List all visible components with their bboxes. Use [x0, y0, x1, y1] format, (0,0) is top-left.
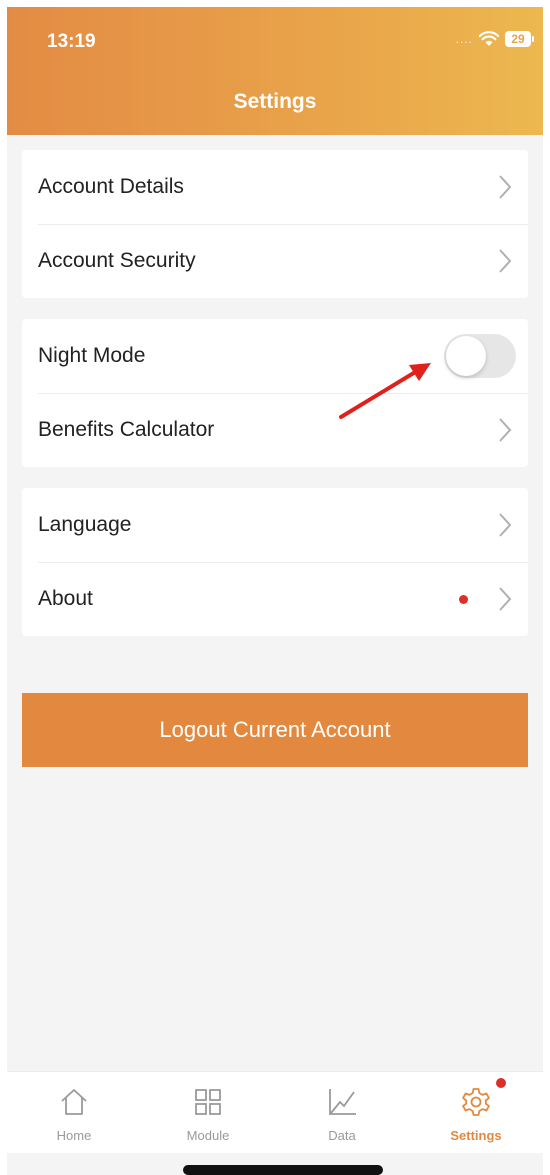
chevron-right-icon: [499, 513, 512, 537]
wifi-icon: [479, 31, 499, 46]
chevron-right-icon: [499, 587, 512, 611]
tab-module[interactable]: Module: [141, 1072, 275, 1153]
benefits-calculator-row[interactable]: Benefits Calculator: [22, 393, 528, 467]
chevron-right-icon: [499, 249, 512, 273]
tab-icon-wrap: [460, 1078, 506, 1118]
settings-screen: 13:19 .... 29 Settings Account Details A…: [7, 7, 543, 1175]
annotation-arrow-icon: [339, 363, 431, 419]
notification-dot: [459, 594, 468, 604]
row-label: Language: [38, 513, 132, 536]
tab-bar: Home Module Data Settings: [7, 1071, 543, 1153]
about-row[interactable]: About: [22, 562, 528, 636]
tab-data[interactable]: Data: [275, 1072, 409, 1153]
account-security-row[interactable]: Account Security: [22, 224, 528, 298]
settings-group-account: Account Details Account Security: [22, 150, 528, 298]
language-row[interactable]: Language: [22, 488, 528, 562]
tab-label: Module: [186, 1128, 230, 1143]
status-indicators: .... 29: [455, 31, 534, 47]
logout-button[interactable]: Logout Current Account: [22, 693, 528, 767]
home-indicator: [183, 1165, 383, 1175]
notification-dot: [496, 1078, 506, 1088]
settings-group-tools: Night Mode Benefits Calculator: [22, 319, 528, 467]
tab-label: Settings: [450, 1128, 502, 1143]
tab-label: Data: [328, 1128, 356, 1143]
tab-label: Home: [56, 1128, 92, 1143]
chevron-right-icon: [499, 418, 512, 442]
chart-line-icon: [329, 1089, 356, 1115]
night-mode-row: Night Mode: [22, 319, 528, 393]
row-label: About: [38, 587, 93, 610]
account-details-row[interactable]: Account Details: [22, 150, 528, 224]
header: 13:19 .... 29 Settings: [7, 7, 543, 135]
toggle-knob: [446, 336, 486, 376]
signal-icon: ....: [455, 32, 473, 46]
row-label: Account Security: [38, 249, 196, 272]
tab-home[interactable]: Home: [7, 1072, 141, 1153]
home-icon: [61, 1089, 87, 1115]
settings-group-general: Language About: [22, 488, 528, 636]
gear-icon: [462, 1088, 490, 1116]
battery-icon: 29: [505, 31, 534, 47]
grid-icon: [195, 1089, 221, 1115]
page-title: Settings: [233, 90, 317, 113]
row-label: Account Details: [38, 175, 184, 198]
night-mode-toggle[interactable]: [444, 334, 516, 378]
tab-settings[interactable]: Settings: [409, 1072, 543, 1153]
status-time: 13:19: [47, 31, 96, 52]
chevron-right-icon: [499, 175, 512, 199]
